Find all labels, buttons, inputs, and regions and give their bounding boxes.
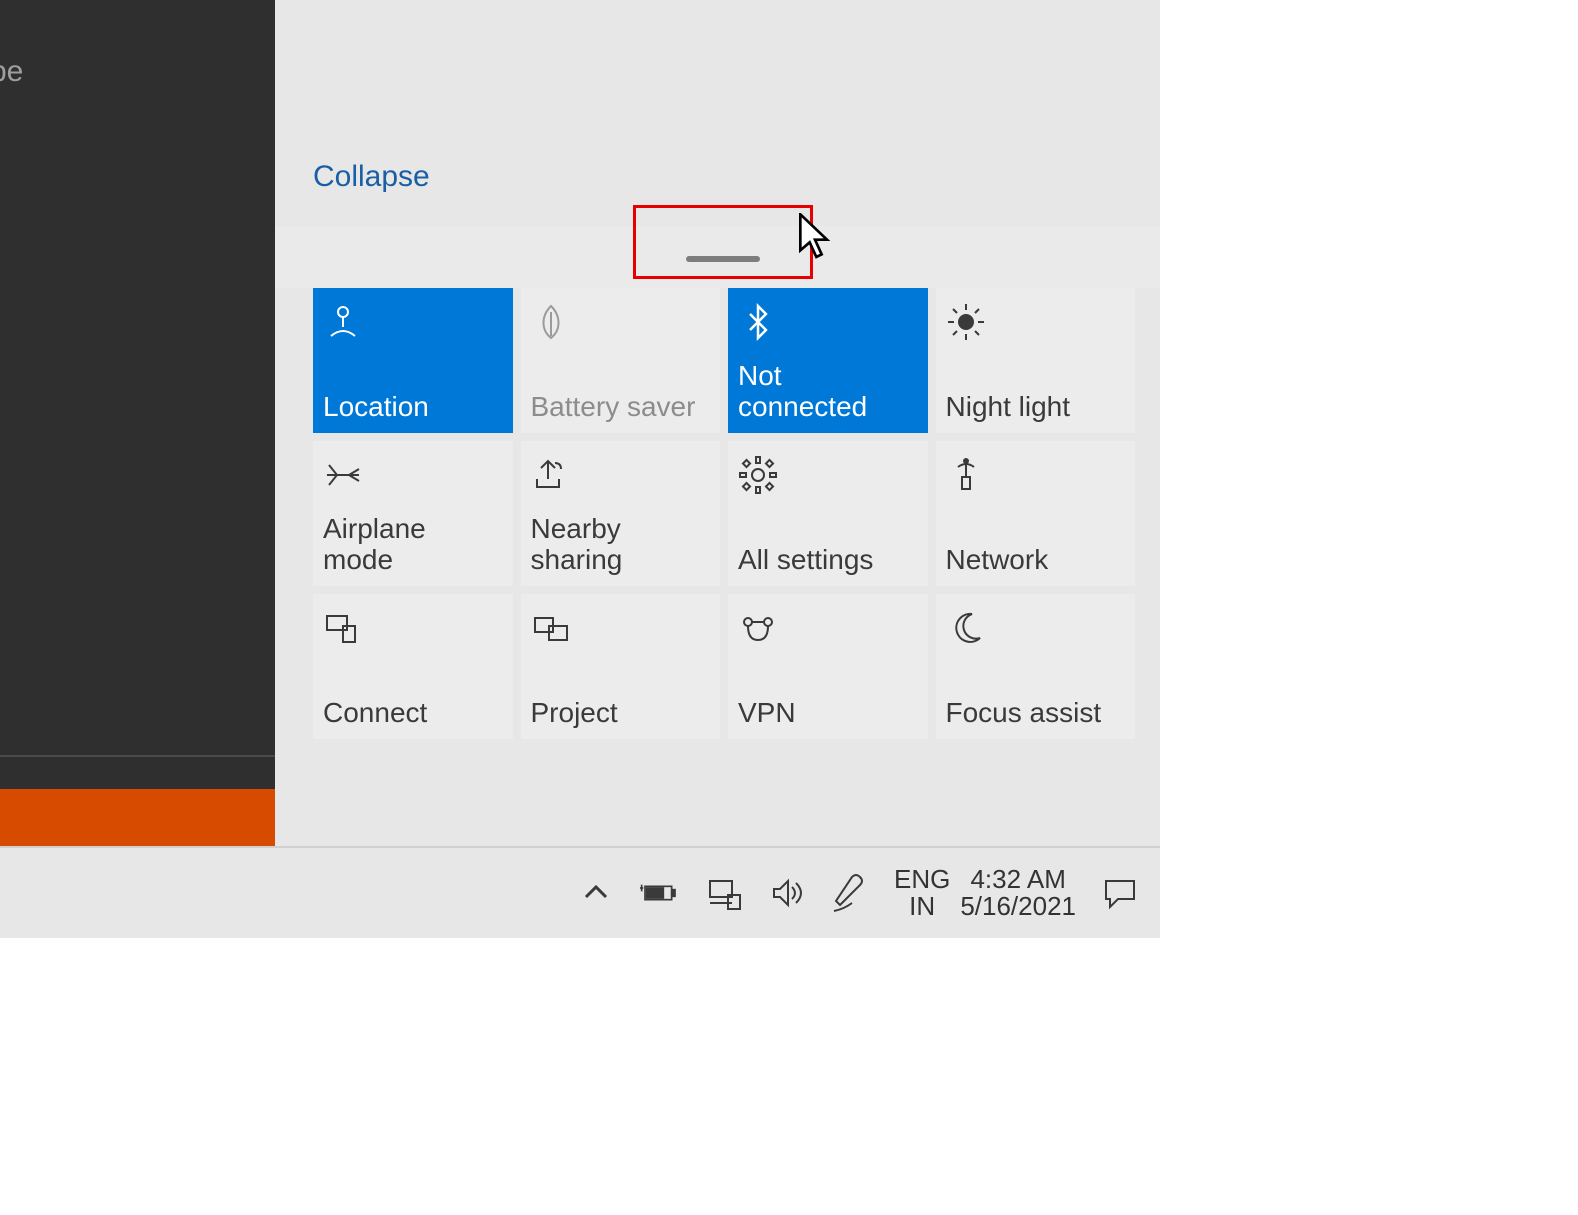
battery-saver-tile[interactable]: Battery saver (521, 288, 721, 433)
network-icon (946, 455, 1126, 499)
vpn-icon (738, 608, 918, 652)
action-center-header-area: Collapse (275, 0, 1160, 226)
network-tile[interactable]: Network (936, 441, 1136, 586)
airplane-mode-tile-label: Airplane mode (323, 514, 503, 576)
project-tile[interactable]: Project (521, 594, 721, 739)
night-light-tile-label: Night light (946, 392, 1126, 423)
annotation-highlight-box (633, 205, 813, 279)
leaf-icon (531, 302, 711, 346)
network-tile-label: Network (946, 545, 1126, 576)
focus-assist-tile[interactable]: Focus assist (936, 594, 1136, 739)
project-tile-label: Project (531, 698, 711, 729)
clock[interactable]: 4:32 AM 5/16/2021 (960, 866, 1076, 921)
background-app-strip: pe (0, 0, 275, 846)
location-icon (323, 302, 503, 346)
language-indicator[interactable]: ENG IN (894, 866, 950, 921)
bluetooth-icon (738, 302, 918, 346)
mouse-cursor-icon (799, 213, 831, 261)
all-settings-tile-label: All settings (738, 545, 918, 576)
bluetooth-tile[interactable]: Not connected (728, 288, 928, 433)
connect-tile[interactable]: Connect (313, 594, 513, 739)
sun-icon (946, 302, 1126, 346)
connect-tile-label: Connect (323, 698, 503, 729)
language-top: ENG (894, 866, 950, 893)
airplane-mode-tile[interactable]: Airplane mode (313, 441, 513, 586)
location-tile-label: Location (323, 392, 503, 423)
background-app-partial-label: pe (0, 55, 23, 89)
quick-action-tiles: Location Battery saver Not connected (313, 288, 1135, 747)
pen-tray-icon[interactable] (824, 865, 880, 921)
battery-tray-icon[interactable] (632, 865, 688, 921)
bluetooth-tile-label: Not connected (738, 361, 918, 423)
location-tile[interactable]: Location (313, 288, 513, 433)
airplane-icon (323, 455, 503, 499)
volume-tray-icon[interactable] (760, 865, 816, 921)
clock-date: 5/16/2021 (960, 893, 1076, 920)
background-app-divider (0, 755, 275, 757)
nearby-sharing-tile[interactable]: Nearby sharing (521, 441, 721, 586)
notifications-button[interactable] (1090, 863, 1150, 923)
project-icon (531, 608, 711, 652)
vpn-tile[interactable]: VPN (728, 594, 928, 739)
night-light-tile[interactable]: Night light (936, 288, 1136, 433)
battery-saver-tile-label: Battery saver (531, 392, 711, 423)
clock-time: 4:32 AM (960, 866, 1076, 893)
all-settings-tile[interactable]: All settings (728, 441, 928, 586)
connect-icon (323, 608, 503, 652)
tray-overflow-button[interactable] (568, 865, 624, 921)
focus-assist-tile-label: Focus assist (946, 698, 1126, 729)
taskbar: ENG IN 4:32 AM 5/16/2021 (0, 846, 1160, 938)
share-icon (531, 455, 711, 499)
background-app-orange-bar (0, 789, 275, 846)
moon-icon (946, 608, 1126, 652)
network-tray-icon[interactable] (696, 865, 752, 921)
gear-icon (738, 455, 918, 499)
collapse-button[interactable]: Collapse (313, 160, 430, 194)
language-bottom: IN (894, 893, 950, 920)
vpn-tile-label: VPN (738, 698, 918, 729)
nearby-sharing-tile-label: Nearby sharing (531, 514, 711, 576)
